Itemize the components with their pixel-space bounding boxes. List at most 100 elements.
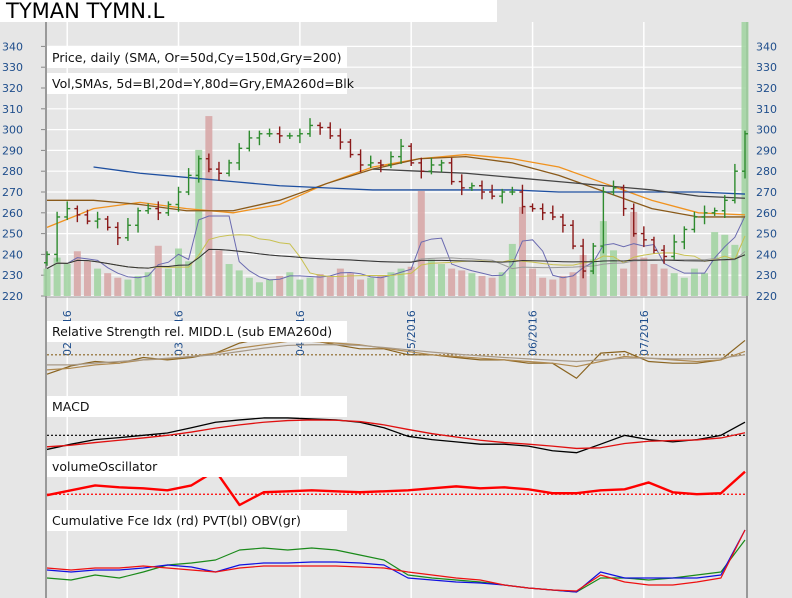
cumulative-line-pvt	[46, 529, 746, 593]
volume-sma-line	[46, 215, 746, 281]
y-tick-label-left: 230	[2, 269, 23, 282]
volume-bar	[225, 264, 233, 296]
volume-bar	[205, 116, 213, 296]
volume-bar	[518, 206, 526, 296]
y-tick-label-right: 260	[756, 207, 777, 220]
ohlc-bar	[418, 157, 425, 179]
volume-bar	[711, 232, 719, 296]
y-tick-label-left: 330	[2, 61, 23, 74]
volume-bar	[539, 277, 547, 296]
volume-sma-line	[46, 248, 746, 270]
y-tick-label-left: 320	[2, 82, 23, 95]
ohlc-bar	[307, 118, 314, 137]
ohlc-bar	[671, 234, 678, 260]
ohlc-bar	[135, 207, 142, 233]
ohlc-bar	[701, 205, 708, 225]
volume-panel-label: Vol,SMAs, 5d=Bl,20d=Y,80d=Gry,EMA260d=Bl…	[47, 73, 354, 94]
y-tick-label-left: 220	[2, 290, 23, 303]
ohlc-bar	[256, 130, 263, 146]
rs-panel-label: Relative Strength rel. MIDD.L (sub EMA26…	[47, 321, 347, 342]
volume-bar	[478, 275, 486, 296]
ohlc-bar	[539, 203, 546, 221]
volume-bar	[377, 275, 385, 296]
y-tick-label-right: 220	[756, 290, 777, 303]
y-tick-label-right: 240	[756, 248, 777, 261]
volume-bar	[660, 268, 668, 296]
cumulative-panel-label: Cumulative Fce Idx (rd) PVT(bl) OBV(gr)	[47, 510, 347, 531]
ohlc-bar	[327, 122, 334, 139]
x-tick-label: 07/2016	[638, 310, 651, 356]
volume-bar	[559, 275, 567, 296]
volume-bar	[448, 268, 456, 296]
volume-bar	[620, 268, 628, 296]
volume-bar	[94, 268, 102, 296]
volume-bar	[701, 273, 709, 296]
ohlc-bar	[610, 180, 617, 196]
volume-bar	[680, 277, 688, 296]
ohlc-bar	[124, 218, 131, 241]
y-tick-label-right: 300	[756, 124, 777, 137]
y-tick-label-left: 240	[2, 248, 23, 261]
volume-bar	[488, 277, 496, 296]
volume-bar	[508, 243, 516, 296]
ohlc-bar	[387, 151, 394, 169]
ohlc-bar	[246, 130, 253, 152]
volume-bar	[43, 268, 51, 296]
moving-average-sma50	[46, 153, 746, 228]
volume-bar	[266, 279, 274, 296]
y-tick-label-left: 300	[2, 124, 23, 137]
ohlc-bar	[44, 251, 50, 266]
ohlc-bar	[317, 122, 324, 135]
y-tick-label-left: 340	[2, 40, 23, 53]
macd-panel-label: MACD	[47, 396, 347, 417]
volume-bar	[367, 277, 375, 296]
volume-bar	[215, 250, 223, 296]
volume-bar	[114, 277, 122, 296]
volume-bar	[346, 273, 354, 296]
ohlc-bar	[398, 138, 405, 164]
ohlc-bar	[711, 207, 718, 216]
ohlc-bar	[357, 149, 364, 173]
volume-bar	[529, 268, 537, 296]
ohlc-bar	[226, 159, 233, 177]
volume-bar	[164, 268, 172, 296]
volume-bar	[670, 273, 678, 296]
y-tick-label-left: 290	[2, 144, 23, 157]
y-tick-label-left: 280	[2, 165, 23, 178]
y-tick-label-right: 230	[756, 269, 777, 282]
volume-bar	[134, 275, 142, 296]
chart-title: TYMAN TYMN.L	[0, 0, 497, 22]
volume-bar	[438, 264, 446, 296]
volume-bar	[458, 270, 466, 296]
x-tick-label: 06/2016	[527, 310, 540, 356]
volume-bar	[235, 270, 243, 296]
price-panel-label: Price, daily (SMA, Or=50d,Cy=150d,Gry=20…	[47, 47, 347, 68]
volume-bar	[326, 275, 334, 296]
volume-bar	[63, 264, 71, 296]
volume-bar	[296, 279, 304, 296]
volume-bar	[245, 277, 253, 296]
ohlc-bar	[509, 186, 516, 196]
y-tick-label-right: 270	[756, 186, 777, 199]
y-tick-label-right: 330	[756, 61, 777, 74]
ohlc-bar	[691, 211, 698, 233]
cumulative-line-force-index	[46, 529, 746, 592]
ohlc-bar	[296, 128, 303, 144]
ohlc-bar	[347, 138, 354, 158]
volume-bar	[427, 259, 435, 296]
ohlc-bar	[236, 143, 243, 171]
volume-bar	[124, 279, 132, 296]
volume-bar	[357, 279, 365, 296]
ohlc-bar	[64, 201, 71, 221]
moving-average-long	[372, 168, 746, 199]
ohlc-bar	[559, 213, 566, 233]
y-tick-label-right: 320	[756, 82, 777, 95]
volume-bar	[549, 279, 557, 296]
volume-bar	[154, 245, 162, 296]
volume-bar	[104, 273, 112, 296]
ohlc-bar	[438, 159, 445, 173]
y-tick-label-left: 260	[2, 207, 23, 220]
volume-bar	[306, 277, 314, 296]
y-tick-label-left: 310	[2, 103, 23, 116]
ohlc-bar	[529, 203, 536, 212]
